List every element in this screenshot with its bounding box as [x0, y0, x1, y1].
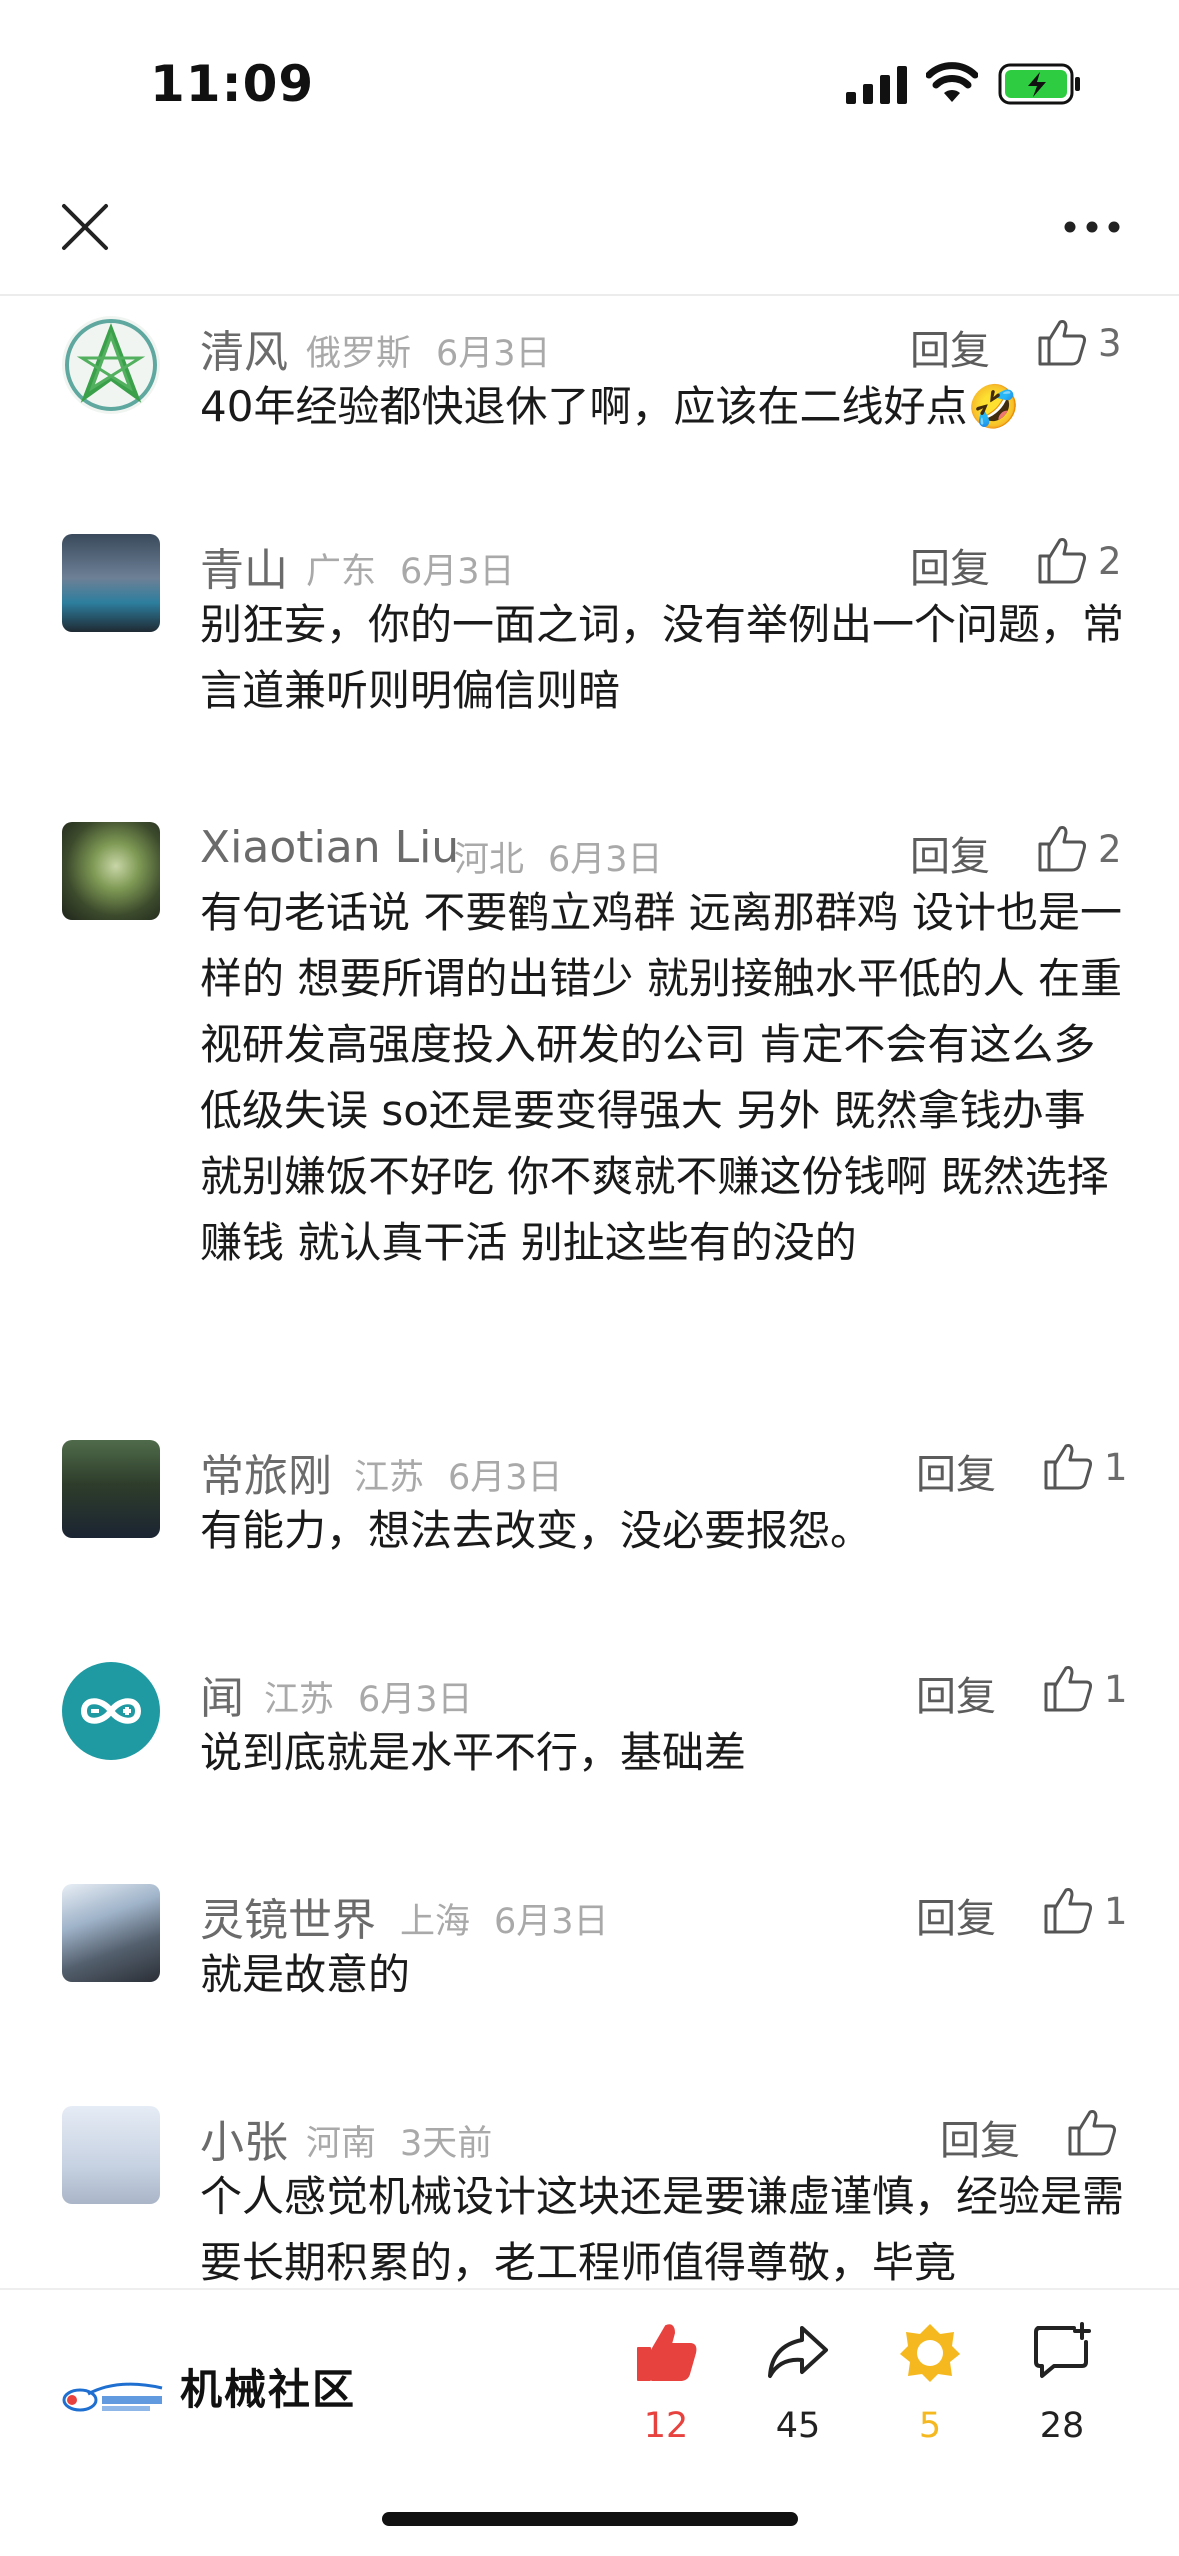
- bottom-action-bar: 机械社区 12 45 5 28: [0, 2288, 1179, 2556]
- thumbs-up-icon[interactable]: [1042, 1662, 1094, 1714]
- more-horizontal-icon[interactable]: [1062, 210, 1122, 244]
- comment-author[interactable]: 清风: [200, 316, 288, 380]
- like-count: 1: [1104, 1668, 1128, 1711]
- comment-date: 6月3日: [448, 1458, 563, 1498]
- like-button[interactable]: 12: [616, 2320, 716, 2460]
- comment-item: 常旅刚 江苏 6月3日 回复 1 有能力，想法去改变，没必要报怨。: [0, 1440, 1179, 1620]
- wifi-icon: [926, 62, 978, 102]
- avatar[interactable]: [62, 1662, 160, 1760]
- comment-location: 江苏: [264, 1680, 335, 1720]
- avatar-logo-icon: [65, 319, 157, 411]
- like-count: 1: [1104, 1890, 1128, 1933]
- community-name[interactable]: 机械社区: [180, 2356, 356, 2417]
- comment-location: 广东: [306, 552, 377, 592]
- cellular-signal-icon: [846, 66, 907, 104]
- reply-button[interactable]: 回复: [916, 1664, 996, 1722]
- thumbs-up-icon[interactable]: [1036, 822, 1088, 874]
- comment-count: 28: [1039, 2406, 1085, 2446]
- reply-button[interactable]: 回复: [916, 1442, 996, 1500]
- comment-location: 俄罗斯: [306, 334, 412, 374]
- comment-add-icon: [1034, 2322, 1091, 2378]
- comment-item: 闻 江苏 6月3日 回复 1 说到底就是水平不行，基础差: [0, 1662, 1179, 1842]
- thumbs-up-icon[interactable]: [1042, 1884, 1094, 1936]
- thumbs-up-icon[interactable]: [1036, 534, 1088, 586]
- comment-date: 6月3日: [494, 1902, 609, 1942]
- thumbs-up-filled-icon: [637, 2324, 697, 2381]
- comment-text: 有能力，想法去改变，没必要报怨。: [200, 1506, 873, 1555]
- reply-button[interactable]: 回复: [910, 536, 990, 594]
- comment-location: 河北: [454, 840, 525, 880]
- avatar[interactable]: [62, 1440, 160, 1538]
- comment-date: 6月3日: [436, 334, 551, 374]
- comment-item: Xiaotian Liu 河北 6月3日 回复 2 有句老话说 不要鹤立鸡群 远…: [0, 822, 1179, 1362]
- like-count: 12: [643, 2406, 689, 2446]
- comment-text: 有句老话说 不要鹤立鸡群 远离那群鸡 设计也是一样的 想要所谓的出错少 就别接触…: [200, 888, 1123, 1267]
- comment-text: 个人感觉机械设计这块还是要谦虚谨慎，经验是需要长期积累的，老工程师值得尊敬，毕竟: [200, 2172, 1125, 2287]
- reply-button[interactable]: 回复: [940, 2108, 1020, 2166]
- comment-item: 灵镜世界 上海 6月3日 回复 1 就是故意的: [0, 1884, 1179, 2064]
- comment-date: 3天前: [400, 2124, 493, 2164]
- like-count: 3: [1098, 322, 1122, 365]
- reply-button[interactable]: 回复: [910, 824, 990, 882]
- comment-author[interactable]: 灵镜世界: [200, 1884, 376, 1948]
- comment-author[interactable]: 青山: [200, 534, 288, 598]
- comment-location: 河南: [306, 2124, 377, 2164]
- reply-button[interactable]: 回复: [916, 1886, 996, 1944]
- avatar[interactable]: [62, 2106, 160, 2204]
- comment-button[interactable]: 28: [1012, 2320, 1112, 2460]
- favorite-count: 5: [918, 2406, 942, 2446]
- community-logo-icon[interactable]: [58, 2370, 166, 2418]
- comment-date: 6月3日: [358, 1680, 473, 1720]
- like-count: 1: [1104, 1446, 1128, 1489]
- thumbs-up-icon[interactable]: [1042, 1440, 1094, 1492]
- comment-author[interactable]: 小张: [200, 2106, 288, 2170]
- avatar[interactable]: [62, 316, 160, 414]
- comment-text: 40年经验都快退休了啊，应该在二线好点🤣: [200, 382, 1020, 431]
- home-indicator[interactable]: [382, 2512, 798, 2526]
- comment-author[interactable]: Xiaotian Liu: [200, 822, 459, 873]
- share-button[interactable]: 45: [748, 2320, 848, 2460]
- thumbs-up-icon[interactable]: [1036, 316, 1088, 368]
- close-icon[interactable]: [58, 200, 112, 254]
- infinity-logo-icon: [80, 1698, 142, 1724]
- comment-date: 6月3日: [548, 840, 663, 880]
- status-time: 11:09: [150, 55, 315, 113]
- comment-text: 就是故意的: [200, 1950, 411, 1999]
- comment-date: 6月3日: [400, 552, 515, 592]
- thumbs-up-icon[interactable]: [1066, 2106, 1118, 2158]
- share-count: 45: [775, 2406, 821, 2446]
- avatar[interactable]: [62, 1884, 160, 1982]
- comment-item: 小张 河南 3天前 回复 个人感觉机械设计这块还是要谦虚谨慎，经验是需要长期积累…: [0, 2106, 1179, 2288]
- nav-bar: [0, 170, 1179, 296]
- comment-item: 清风 俄罗斯 6月3日 回复 3 40年经验都快退休了啊，应该在二线好点🤣: [0, 316, 1179, 496]
- comment-author[interactable]: 常旅刚: [200, 1440, 332, 1504]
- reply-button[interactable]: 回复: [910, 318, 990, 376]
- favorite-ring-icon: [900, 2324, 960, 2382]
- like-count: 2: [1098, 540, 1122, 583]
- comment-location: 上海: [400, 1902, 471, 1942]
- comment-text: 别狂妄，你的一面之词，没有举例出一个问题，常言道兼听则明偏信则暗: [200, 600, 1125, 715]
- battery-charging-icon: [998, 63, 1080, 105]
- avatar[interactable]: [62, 822, 160, 920]
- status-bar: 11:09: [0, 0, 1179, 170]
- comment-item: 青山 广东 6月3日 回复 2 别狂妄，你的一面之词，没有举例出一个问题，常言道…: [0, 534, 1179, 774]
- comment-author[interactable]: 闻: [200, 1662, 244, 1726]
- like-count: 2: [1098, 828, 1122, 871]
- comment-text: 说到底就是水平不行，基础差: [200, 1728, 747, 1777]
- avatar[interactable]: [62, 534, 160, 632]
- favorite-button[interactable]: 5: [880, 2320, 980, 2460]
- comment-location: 江苏: [354, 1458, 425, 1498]
- comment-list[interactable]: 清风 俄罗斯 6月3日 回复 3 40年经验都快退休了啊，应该在二线好点🤣 青山…: [0, 298, 1179, 2288]
- share-arrow-icon: [768, 2326, 828, 2378]
